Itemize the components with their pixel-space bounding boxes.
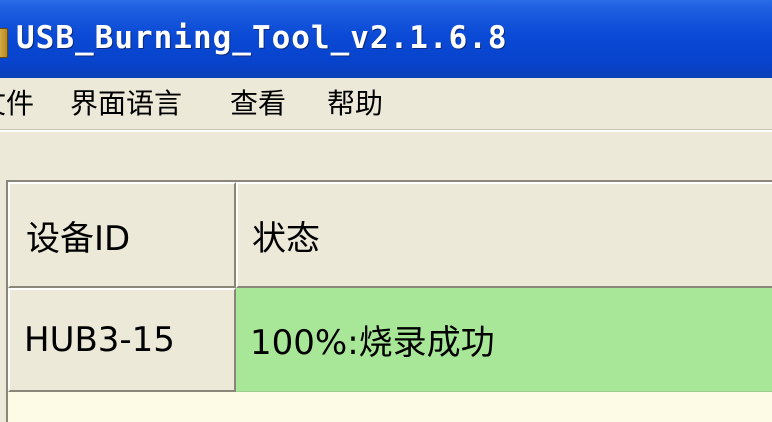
column-header-status[interactable]: 状态	[236, 182, 772, 288]
menu-bar: 文件 界面语言 查看 帮助	[0, 78, 772, 130]
title-bar[interactable]: USB_Burning_Tool_v2.1.6.8	[0, 0, 772, 78]
menu-file[interactable]: 文件	[0, 86, 34, 122]
column-header-device-id[interactable]: 设备ID	[8, 182, 236, 288]
menu-view[interactable]: 查看	[230, 86, 286, 122]
device-grid: 设备ID 状态 HUB3-15 100%:烧录成功	[6, 180, 772, 422]
status-cell[interactable]: 100%:烧录成功	[236, 288, 772, 392]
device-id-cell[interactable]: HUB3-15	[8, 288, 236, 392]
menu-help[interactable]: 帮助	[327, 86, 383, 122]
app-icon	[0, 28, 8, 58]
window-title: USB_Burning_Tool_v2.1.6.8	[16, 20, 508, 56]
app-window: USB_Burning_Tool_v2.1.6.8 文件 界面语言 查看 帮助 …	[0, 0, 772, 422]
menu-interface-language[interactable]: 界面语言	[70, 86, 182, 122]
